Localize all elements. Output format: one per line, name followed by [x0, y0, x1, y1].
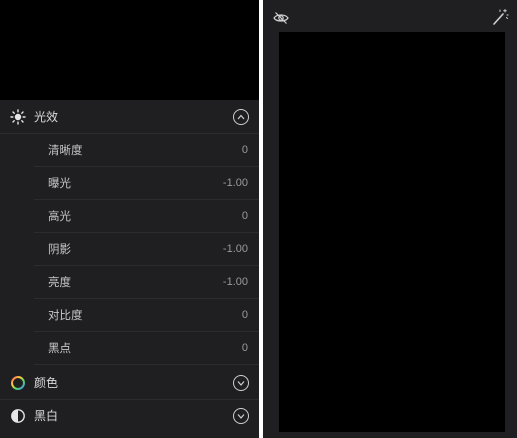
section-header-color[interactable]: 颜色: [0, 366, 259, 400]
row-value: 0: [241, 143, 248, 156]
row-label: 清晰度: [48, 142, 83, 157]
row-label: 阴影: [48, 241, 71, 256]
section-title-bw: 黑白: [34, 409, 59, 423]
slider-row-clarity[interactable]: 清晰度 0: [34, 133, 259, 167]
slider-row-exposure[interactable]: 曝光 -1.00: [34, 166, 259, 200]
sun-icon: [10, 108, 26, 125]
section-title-light: 光效: [34, 110, 59, 124]
app-root: 光效 清晰度 0 曝光 -1.00 高光 0 阴影 -1.00 亮度 -1.00…: [0, 0, 517, 438]
slider-row-contrast[interactable]: 对比度 0: [34, 298, 259, 332]
slider-row-brightness[interactable]: 亮度 -1.00: [34, 265, 259, 299]
photo-canvas[interactable]: [279, 32, 505, 432]
row-value: -1.00: [222, 242, 248, 255]
section-header-bw[interactable]: 黑白: [0, 399, 259, 432]
chevron-down-icon[interactable]: [233, 407, 249, 424]
slider-row-highlights[interactable]: 高光 0: [34, 199, 259, 233]
row-value: 0: [241, 209, 248, 222]
slider-row-black-point[interactable]: 黑点 0: [34, 331, 259, 365]
slider-row-shadows[interactable]: 阴影 -1.00: [34, 232, 259, 266]
row-value: -1.00: [222, 275, 248, 288]
photo-preview-strip: [0, 0, 259, 100]
row-label: 黑点: [48, 340, 71, 355]
photo-view-panel: [263, 0, 517, 438]
section-header-light[interactable]: 光效: [0, 100, 259, 134]
section-title-color: 颜色: [34, 376, 59, 390]
row-label: 对比度: [48, 307, 83, 322]
row-value: 0: [241, 341, 248, 354]
row-label: 曝光: [48, 175, 71, 190]
magic-wand-icon[interactable]: [491, 8, 509, 26]
chevron-up-icon[interactable]: [233, 108, 249, 125]
half-circle-icon: [10, 408, 26, 424]
row-value: 0: [241, 308, 248, 321]
chevron-down-icon[interactable]: [233, 374, 249, 391]
row-label: 高光: [48, 208, 71, 223]
row-label: 亮度: [48, 274, 71, 289]
row-value: -1.00: [222, 176, 248, 189]
eye-slash-icon[interactable]: [273, 10, 289, 24]
adjustments-panel: 光效 清晰度 0 曝光 -1.00 高光 0 阴影 -1.00 亮度 -1.00…: [0, 0, 259, 438]
color-wheel-icon: [10, 375, 26, 391]
